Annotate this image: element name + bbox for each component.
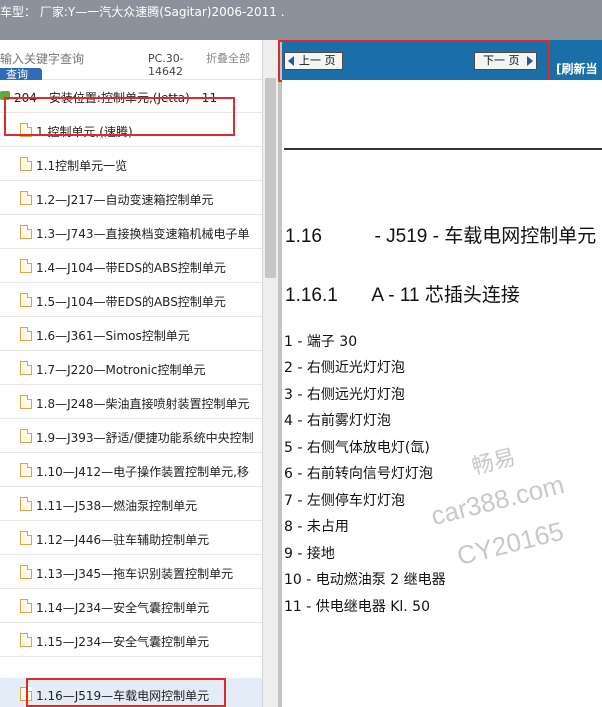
scrollbar-thumb[interactable] [265,78,276,278]
highlight-box-toolbar [278,40,550,82]
tree-item-label: 1.9—J393—舒适/便捷功能系统中央控制 [36,431,254,445]
document-icon [20,361,32,375]
document-icon [20,395,32,409]
window-title: 车型： 厂家:Y—一汽大众速腾(Sagitar)2006-2011 . [0,5,285,19]
document-icon [20,531,32,545]
tree-item[interactable]: 1.11—J538—燃油泵控制单元 [0,488,262,521]
pin-row: 2 - 右侧近光灯灯泡 [284,360,405,376]
section-heading: 1.16 - J519 - 车载电网控制单元 [285,221,596,248]
tree-item-label: 1.5—J104—带EDS的ABS控制单元 [36,295,226,309]
tree-item[interactable]: 1.2—J217—自动变速箱控制单元 [0,182,262,215]
section-number: 1.16 [285,226,322,247]
header-rule [284,148,602,150]
watermark-text: CY20165 [454,515,567,572]
tree-item[interactable]: 1.8—J248—柴油直接喷射装置控制单元 [0,386,262,419]
pin-row: 5 - 右侧气体放电灯(氙) [284,440,430,456]
document-icon [20,429,32,443]
document-icon [20,191,32,205]
tree-item-label: 1.8—J248—柴油直接喷射装置控制单元 [36,397,250,411]
tree-item[interactable]: 1.14—J234—安全气囊控制单元 [0,590,262,623]
tree-item-label: 1.10—J412—电子操作装置控制单元,移 [36,465,249,479]
pin-row: 6 - 右前转向信号灯灯泡 [284,466,433,482]
title-bar: 车型： 厂家:Y—一汽大众速腾(Sagitar)2006-2011 . [0,0,602,40]
tree-item-label: 1.14—J234—安全气囊控制单元 [36,601,210,615]
tree-item-label: 1.2—J217—自动变速箱控制单元 [36,193,214,207]
subsection-number: 1.16.1 [285,285,338,306]
document-icon [20,633,32,647]
pin-row: 1 - 端子 30 [284,334,358,350]
tree-item[interactable]: 1.12—J446—驻车辅助控制单元 [0,522,262,555]
tree-item[interactable]: 1.5—J104—带EDS的ABS控制单元 [0,284,262,317]
highlight-box-root [4,97,235,136]
tree-item-label: 1.3—J743—直接换档变速箱机械电子单 [36,227,250,241]
tree-item[interactable]: 1.13—J345—拖车识别装置控制单元 [0,556,262,589]
section-title: - J519 - 车载电网控制单元 [374,226,597,247]
document-icon [20,497,32,511]
pin-row: 7 - 左侧停车灯灯泡 [284,493,405,509]
subsection-heading: 1.16.1 A - 11 芯插头连接 [285,280,520,307]
document-viewer: 1.16 - J519 - 车载电网控制单元 1.16.1 A - 11 芯插头… [282,80,602,707]
highlight-box-selected [26,678,226,707]
pin-row: 10 - 电动燃油泵 2 继电器 [284,572,446,588]
tree-item-label: 1.1控制单元一览 [36,159,128,173]
pin-row: 11 - 供电继电器 Kl. 50 [284,599,431,615]
document-icon [20,259,32,273]
document-icon [20,157,32,171]
tree-item-label: 1.6—J361—Simos控制单元 [36,329,190,343]
document-icon [20,565,32,579]
document-icon [20,599,32,613]
pin-row: 4 - 右前雾灯灯泡 [284,413,391,429]
tree-item-label: 1.15—J234—安全气囊控制单元 [36,635,210,649]
tree-item[interactable]: 1.10—J412—电子操作装置控制单元,移 [0,454,262,487]
subsection-title: A - 11 芯插头连接 [371,285,520,306]
refresh-link[interactable]: [刷新当 [556,60,598,77]
tree-item[interactable]: 1.3—J743—直接换档变速箱机械电子单 [0,216,262,249]
document-icon [20,327,32,341]
tree-item[interactable]: 1.6—J361—Simos控制单元 [0,318,262,351]
tree-item[interactable]: 1.15—J234—安全气囊控制单元 [0,624,262,657]
tree-item-label: 1.4—J104—带EDS的ABS控制单元 [36,261,226,275]
document-icon [20,293,32,307]
search-input[interactable] [0,52,140,66]
tree-item[interactable]: 1.9—J393—舒适/便捷功能系统中央控制 [0,420,262,453]
document-icon [20,225,32,239]
tree-item-label: 1.7—J220—Motronic控制单元 [36,363,206,377]
pin-row: 3 - 右侧远光灯灯泡 [284,387,405,403]
tree-item[interactable]: 1.4—J104—带EDS的ABS控制单元 [0,250,262,283]
document-toolbar: 上一 页 下一 页 [刷新当 [278,40,602,82]
tree-item-label: 1.13—J345—拖车识别装置控制单元 [36,567,234,581]
pin-row: 9 - 接地 [284,546,335,562]
search-panel: 查询 PC.30-14642 折叠全部 立 [0,40,278,98]
pin-row: 8 - 未占用 [284,519,349,535]
tree-view: 204—安装位置:控制单元,(Jetta)—11 1.控制单元,(速腾) 1.1… [0,80,262,707]
document-icon [20,463,32,477]
collapse-all-button[interactable]: 折叠全部 [206,52,250,65]
pc-code-label: PC.30-14642 [148,52,184,78]
watermark-text: 畅易 [469,444,518,480]
tree-item[interactable]: 1.1控制单元一览 [0,148,262,181]
tree-scrollbar[interactable] [262,40,278,707]
tree-item-label: 1.11—J538—燃油泵控制单元 [36,499,198,513]
tree-item[interactable]: 1.7—J220—Motronic控制单元 [0,352,262,385]
tree-item-label: 1.12—J446—驻车辅助控制单元 [36,533,210,547]
